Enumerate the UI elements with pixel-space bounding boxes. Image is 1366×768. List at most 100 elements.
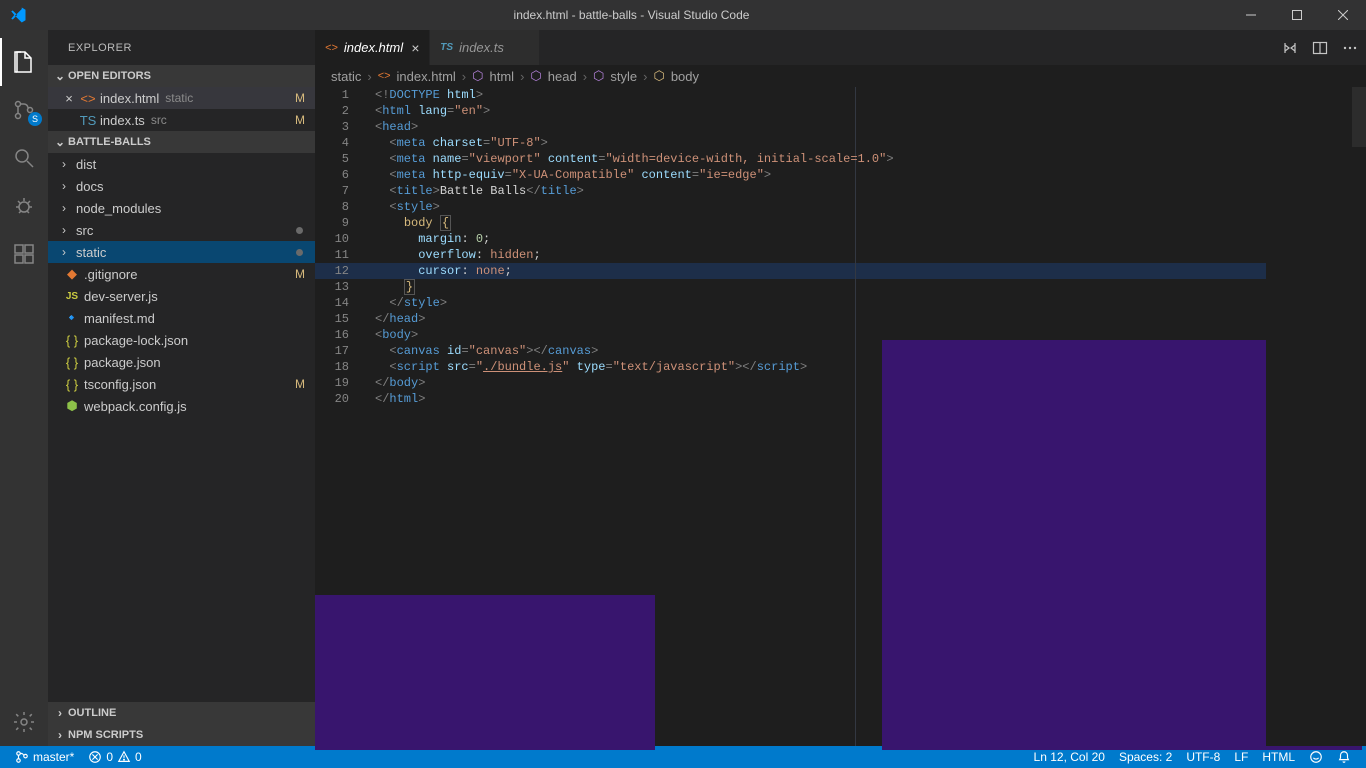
open-editors-header[interactable]: ⌄ OPEN EDITORS xyxy=(48,65,315,87)
dirty-dot xyxy=(296,249,303,256)
problems-status[interactable]: 0 0 xyxy=(81,750,148,764)
explorer-icon[interactable] xyxy=(0,38,48,86)
breadcrumb-part[interactable]: style xyxy=(610,69,637,84)
feedback-icon[interactable] xyxy=(1302,750,1330,764)
file-dir: src xyxy=(151,113,167,127)
outline-header[interactable]: › OUTLINE xyxy=(48,702,315,724)
file-label: index.ts xyxy=(100,113,145,128)
breadcrumb-part[interactable]: head xyxy=(548,69,577,84)
tab-index-html[interactable]: <> index.html × xyxy=(315,30,430,65)
tree-item-label: tsconfig.json xyxy=(84,377,156,392)
warnings-count: 0 xyxy=(135,750,142,764)
tree-item-label: package.json xyxy=(84,355,161,370)
encoding-status[interactable]: UTF-8 xyxy=(1179,750,1227,764)
branch-label: master* xyxy=(33,750,74,764)
chevron-right-icon: › xyxy=(52,728,68,742)
split-editor-icon[interactable] xyxy=(1312,40,1328,56)
chevron-right-icon: › xyxy=(62,179,76,193)
chevron-right-icon: › xyxy=(459,69,469,84)
debug-icon[interactable] xyxy=(0,182,48,230)
dirty-dot xyxy=(296,227,303,234)
notifications-icon[interactable] xyxy=(1330,750,1358,764)
file-dir: static xyxy=(165,91,193,105)
code-editor[interactable]: 1234567891011121314151617181920 <!DOCTYP… xyxy=(315,87,1366,746)
indentation-status[interactable]: Spaces: 2 xyxy=(1112,750,1179,764)
tree-item-label: node_modules xyxy=(76,201,161,216)
modified-indicator: M xyxy=(295,267,305,281)
chevron-right-icon: › xyxy=(62,245,76,259)
chevron-right-icon: › xyxy=(62,201,76,215)
tab-label: index.ts xyxy=(459,40,504,55)
settings-gear-icon[interactable] xyxy=(0,698,48,746)
open-editor-item[interactable]: × TS index.ts src M xyxy=(48,109,315,131)
modified-indicator: M xyxy=(295,91,305,105)
git-branch-status[interactable]: master* xyxy=(8,750,81,764)
breadcrumb[interactable]: static › <> index.html › ⬡ html › ⬡ head… xyxy=(315,65,1366,87)
file-item[interactable]: JSdev-server.js xyxy=(48,285,315,307)
folder-item[interactable]: › node_modules xyxy=(48,197,315,219)
tree-item-label: dev-server.js xyxy=(84,289,158,304)
breadcrumb-part[interactable]: index.html xyxy=(397,69,456,84)
folder-item[interactable]: › static xyxy=(48,241,315,263)
language-mode[interactable]: HTML xyxy=(1255,750,1302,764)
html-file-icon: <> xyxy=(78,91,98,106)
file-item[interactable]: 🔹manifest.md xyxy=(48,307,315,329)
symbol-icon: ⬡ xyxy=(593,68,604,84)
close-icon[interactable]: × xyxy=(60,91,78,106)
file-item[interactable]: { }package.json xyxy=(48,351,315,373)
tree-item-label: dist xyxy=(76,157,96,172)
sidebar-title: EXPLORER xyxy=(48,30,315,65)
modified-indicator: M xyxy=(295,377,305,391)
search-icon[interactable] xyxy=(0,134,48,182)
chevron-down-icon: ⌄ xyxy=(52,135,68,149)
ts-file-icon: TS xyxy=(440,42,453,53)
file-item[interactable]: { }package-lock.json xyxy=(48,329,315,351)
close-button[interactable] xyxy=(1320,0,1366,30)
folder-item[interactable]: › docs xyxy=(48,175,315,197)
minimap-slider[interactable] xyxy=(1352,87,1366,147)
extensions-icon[interactable] xyxy=(0,230,48,278)
titlebar: index.html - battle-balls - Visual Studi… xyxy=(0,0,1366,30)
symbol-icon: ⬡ xyxy=(472,68,483,84)
tree-item-label: manifest.md xyxy=(84,311,155,326)
html-file-icon: <> xyxy=(378,70,391,82)
folder-item[interactable]: › dist xyxy=(48,153,315,175)
cursor-position[interactable]: Ln 12, Col 20 xyxy=(1027,750,1112,764)
maximize-button[interactable] xyxy=(1274,0,1320,30)
minimize-button[interactable] xyxy=(1228,0,1274,30)
breadcrumb-part[interactable]: static xyxy=(331,69,361,84)
symbol-icon: ⬡ xyxy=(530,68,541,84)
ts-file-icon: TS xyxy=(78,113,98,128)
minimap[interactable] xyxy=(1266,87,1366,746)
open-editor-item[interactable]: × <> index.html static M xyxy=(48,87,315,109)
chevron-right-icon: › xyxy=(364,69,374,84)
chevron-right-icon: › xyxy=(517,69,527,84)
compare-icon[interactable] xyxy=(1282,40,1298,56)
decorative-block xyxy=(315,595,655,750)
tree-item-label: static xyxy=(76,245,106,260)
source-control-icon[interactable]: S xyxy=(0,86,48,134)
close-icon[interactable]: × xyxy=(411,40,419,56)
tab-index-ts[interactable]: TS index.ts xyxy=(430,30,540,65)
folder-item[interactable]: › src xyxy=(48,219,315,241)
tab-actions xyxy=(1282,30,1366,65)
breadcrumb-part[interactable]: body xyxy=(671,69,699,84)
window-title: index.html - battle-balls - Visual Studi… xyxy=(35,8,1228,22)
line-number-gutter: 1234567891011121314151617181920 xyxy=(315,87,367,407)
eol-status[interactable]: LF xyxy=(1227,750,1255,764)
file-item[interactable]: ⬢webpack.config.js xyxy=(48,395,315,417)
chevron-right-icon: › xyxy=(62,223,76,237)
file-label: index.html xyxy=(100,91,159,106)
breadcrumb-part[interactable]: html xyxy=(490,69,515,84)
window-controls xyxy=(1228,0,1366,30)
open-editors-label: OPEN EDITORS xyxy=(68,70,151,82)
tree-item-label: webpack.config.js xyxy=(84,399,187,414)
npm-scripts-header[interactable]: › NPM SCRIPTS xyxy=(48,724,315,746)
more-icon[interactable] xyxy=(1342,40,1358,56)
chevron-right-icon: › xyxy=(580,69,590,84)
file-item[interactable]: ◆.gitignoreM xyxy=(48,263,315,285)
outline-label: OUTLINE xyxy=(68,707,116,719)
project-header[interactable]: ⌄ BATTLE-BALLS xyxy=(48,131,315,153)
chevron-right-icon: › xyxy=(62,157,76,171)
file-item[interactable]: { }tsconfig.jsonM xyxy=(48,373,315,395)
